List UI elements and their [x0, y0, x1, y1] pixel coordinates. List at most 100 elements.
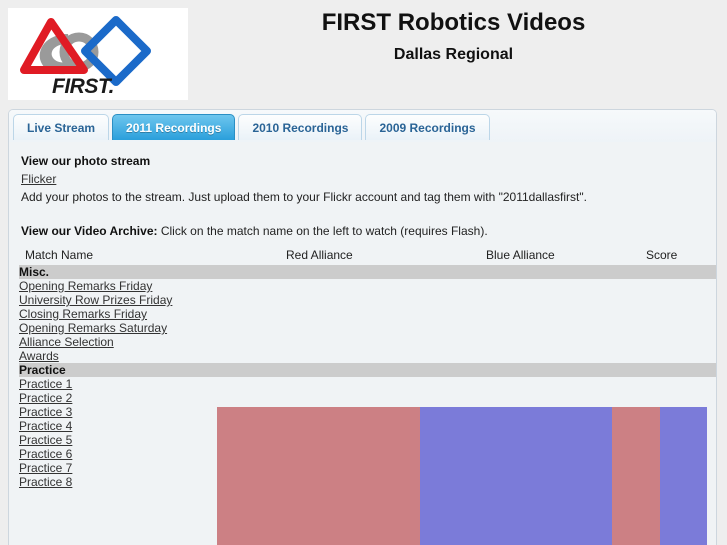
match-name-cell: Opening Remarks Saturday [19, 321, 280, 335]
table-header-row: Match Name Red Alliance Blue Alliance Sc… [19, 246, 716, 265]
blue-alliance-cell [480, 447, 640, 461]
section-title: Misc. [19, 265, 716, 279]
match-name-cell: Practice 5 [19, 433, 280, 447]
match-name-cell: Opening Remarks Friday [19, 279, 280, 293]
svg-text:FIRST.: FIRST. [52, 75, 114, 96]
match-link[interactable]: Closing Remarks Friday [19, 307, 147, 321]
first-logo-box: FIRST. [8, 8, 188, 100]
table-row: Awards [19, 349, 716, 363]
score-cell [640, 349, 716, 363]
blue-alliance-cell [480, 293, 640, 307]
match-link[interactable]: Practice 5 [19, 433, 72, 447]
table-row: Practice 7 [19, 461, 716, 475]
match-name-cell: Practice 2 [19, 391, 280, 405]
score-cell [640, 321, 716, 335]
match-link[interactable]: Practice 4 [19, 419, 72, 433]
red-alliance-cell [280, 391, 480, 405]
red-alliance-cell [280, 377, 480, 391]
match-name-cell: Practice 7 [19, 461, 280, 475]
match-link[interactable]: Alliance Selection [19, 335, 114, 349]
red-alliance-cell [280, 419, 480, 433]
table-row: Closing Remarks Friday [19, 307, 716, 321]
column-header-match-name: Match Name [25, 248, 94, 262]
blue-alliance-cell [480, 405, 640, 419]
table-row: Practice 2 [19, 391, 716, 405]
table-row: University Row Prizes Friday [19, 293, 716, 307]
match-link[interactable]: University Row Prizes Friday [19, 293, 172, 307]
red-alliance-cell [280, 307, 480, 321]
match-name-cell: Practice 1 [19, 377, 280, 391]
section-header-misc: Misc. [19, 265, 716, 279]
match-name-cell: Awards [19, 349, 280, 363]
match-name-cell: Closing Remarks Friday [19, 307, 280, 321]
red-alliance-cell [280, 433, 480, 447]
score-cell [640, 335, 716, 349]
table-row: Practice 3 [19, 405, 716, 419]
match-link[interactable]: Awards [19, 349, 59, 363]
photo-stream-description: Add your photos to the stream. Just uplo… [21, 190, 587, 204]
match-link[interactable]: Practice 3 [19, 405, 72, 419]
table-row: Practice 4 [19, 419, 716, 433]
blue-alliance-cell [480, 335, 640, 349]
tab-2011-recordings[interactable]: 2011 Recordings [112, 114, 236, 140]
match-link[interactable]: Practice 8 [19, 475, 72, 489]
tab-live-stream[interactable]: Live Stream [13, 114, 110, 140]
column-header-blue-alliance: Blue Alliance [486, 248, 555, 262]
match-link[interactable]: Practice 6 [19, 447, 72, 461]
event-subtitle: Dallas Regional [393, 46, 514, 63]
red-alliance-cell [280, 335, 480, 349]
table-row: Practice 6 [19, 447, 716, 461]
section-header-practice: Practice [19, 363, 716, 377]
blue-alliance-cell [480, 349, 640, 363]
flicker-link-row: Flicker [19, 170, 706, 188]
tab-2009-recordings[interactable]: 2009 Recordings [365, 114, 490, 140]
video-archive-label: View our Video Archive: [21, 224, 158, 238]
red-alliance-cell [280, 293, 480, 307]
match-link[interactable]: Practice 7 [19, 461, 72, 475]
video-archive-instruction: Click on the match name on the left to w… [157, 224, 488, 238]
match-name-cell: Alliance Selection [19, 335, 280, 349]
match-link[interactable]: Practice 1 [19, 377, 72, 391]
score-cell [640, 377, 716, 391]
red-alliance-cell [280, 447, 480, 461]
blue-alliance-cell [480, 391, 640, 405]
red-alliance-cell [280, 279, 480, 293]
page-title: FIRST Robotics Videos [321, 9, 586, 36]
table-row: Practice 5 [19, 433, 716, 447]
red-alliance-cell [280, 475, 480, 489]
first-logo-icon: FIRST. [20, 16, 151, 96]
blue-alliance-cell [480, 419, 640, 433]
blue-alliance-cell [480, 461, 640, 475]
score-cell [640, 461, 716, 475]
blue-alliance-cell [480, 433, 640, 447]
blue-alliance-cell [480, 307, 640, 321]
match-name-cell: Practice 3 [19, 405, 280, 419]
photo-stream-heading: View our photo stream [21, 154, 151, 168]
match-name-cell: Practice 4 [19, 419, 280, 433]
table-row: Alliance Selection [19, 335, 716, 349]
video-archive-heading: View our Video Archive: Click on the mat… [19, 222, 706, 240]
match-link[interactable]: Practice 2 [19, 391, 72, 405]
flicker-link[interactable]: Flicker [21, 172, 56, 186]
score-cell [640, 405, 716, 419]
score-cell [640, 391, 716, 405]
tab-bar: Live Stream 2011 Recordings 2010 Recordi… [9, 110, 716, 142]
score-cell [640, 307, 716, 321]
red-alliance-cell [280, 405, 480, 419]
page-header: FIRST. FIRST Robotics Videos Dallas Regi… [0, 0, 727, 104]
section-title: Practice [19, 363, 716, 377]
match-link[interactable]: Opening Remarks Saturday [19, 321, 167, 335]
score-cell [640, 279, 716, 293]
column-header-score: Score [646, 248, 678, 262]
tab-2010-recordings[interactable]: 2010 Recordings [238, 114, 363, 140]
match-link[interactable]: Opening Remarks Friday [19, 279, 152, 293]
match-name-cell: Practice 6 [19, 447, 280, 461]
match-archive-table: Match Name Red Alliance Blue Alliance Sc… [19, 246, 716, 489]
blue-alliance-cell [480, 475, 640, 489]
red-alliance-cell [280, 461, 480, 475]
column-header-red-alliance: Red Alliance [286, 248, 353, 262]
table-row: Opening Remarks Friday [19, 279, 716, 293]
table-row: Practice 1 [19, 377, 716, 391]
title-block: FIRST Robotics Videos Dallas Regional [188, 8, 719, 67]
